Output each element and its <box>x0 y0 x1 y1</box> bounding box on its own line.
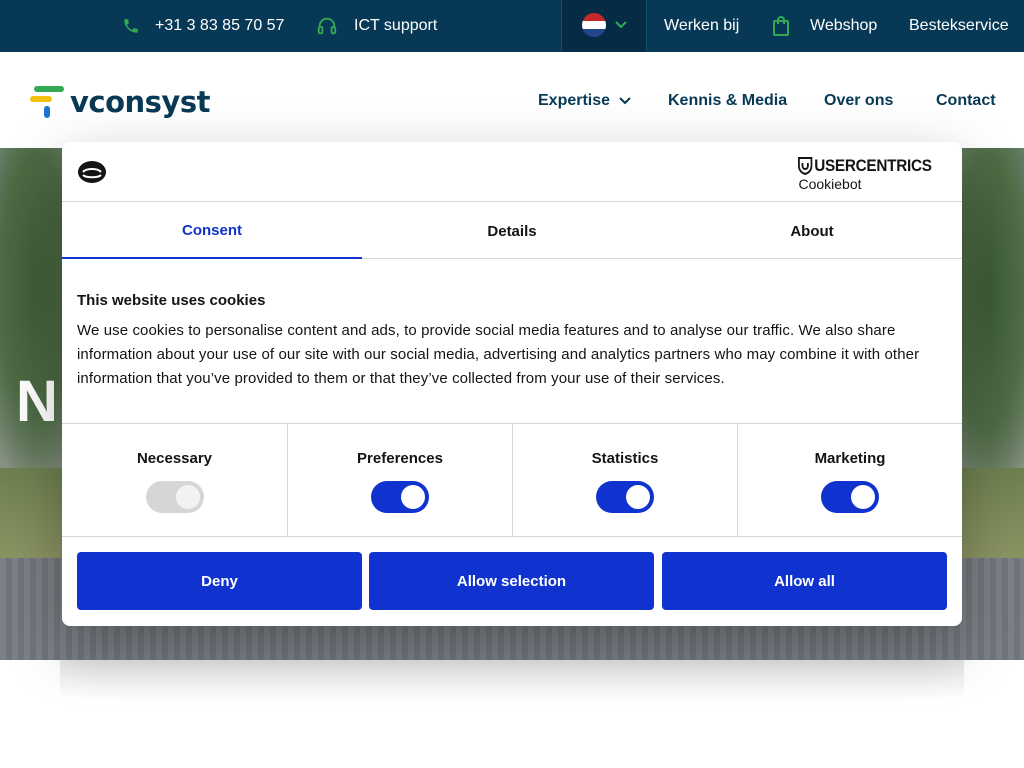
nav-label-expertise: Expertise <box>538 92 611 109</box>
category-label: Statistics <box>591 450 659 467</box>
bestekservice-link[interactable]: Bestekservice <box>909 0 1009 52</box>
tab-about[interactable]: About <box>662 203 962 259</box>
nav-item-over-ons[interactable]: Over ons <box>824 92 893 110</box>
preferences-toggle[interactable] <box>371 481 429 513</box>
usercentrics-brand: USERCENTRICS <box>814 156 933 175</box>
webshop-link[interactable]: Webshop <box>772 0 877 52</box>
allow-selection-button[interactable]: Allow selection <box>369 552 654 610</box>
dialog-body: This website uses cookies We use cookies… <box>77 292 947 391</box>
dialog-tabs: Consent Details About <box>62 203 962 259</box>
category-label: Marketing <box>814 450 886 467</box>
phone-icon <box>122 17 140 35</box>
careers-link[interactable]: Werken bij <box>664 0 739 52</box>
allow-all-button[interactable]: Allow all <box>662 552 947 610</box>
site-logo[interactable]: vconsyst <box>30 82 210 122</box>
dialog-title: This website uses cookies <box>77 292 266 309</box>
webshop-label: Webshop <box>810 17 878 34</box>
nav-item-expertise[interactable]: Expertise <box>538 92 631 110</box>
cookiebot-label: Cookiebot <box>798 176 862 192</box>
nav-item-contact[interactable]: Contact <box>936 92 996 110</box>
category-necessary: Necessary <box>62 424 287 537</box>
dialog-description: We use cookies to personalise content an… <box>77 322 920 387</box>
logo-text: vconsyst <box>70 85 210 119</box>
site-badge-icon <box>77 160 107 189</box>
phone-number: +31 3 83 85 70 57 <box>155 17 285 34</box>
top-bar: +31 3 83 85 70 57 ICT support Werken bij… <box>0 0 1024 52</box>
usercentrics-logo[interactable]: USERCENTRICS Cookiebot <box>798 156 947 192</box>
necessary-toggle <box>145 481 204 513</box>
shield-icon <box>798 157 813 175</box>
nav-item-kennis-media[interactable]: Kennis & Media <box>668 92 787 110</box>
phone-link[interactable]: +31 3 83 85 70 57 <box>122 0 284 52</box>
category-marketing: Marketing <box>737 424 962 537</box>
cookie-consent-dialog: USERCENTRICS Cookiebot Consent Details A… <box>62 142 962 626</box>
category-preferences: Preferences <box>287 424 512 537</box>
dialog-header: USERCENTRICS Cookiebot <box>62 142 962 202</box>
marketing-toggle[interactable] <box>821 481 879 513</box>
card-shadow <box>60 660 964 700</box>
language-selector[interactable] <box>561 0 647 52</box>
category-label: Preferences <box>357 450 443 467</box>
tab-details[interactable]: Details <box>362 203 662 259</box>
chevron-down-icon <box>619 97 631 105</box>
category-statistics: Statistics <box>512 424 737 537</box>
headset-icon <box>316 15 338 37</box>
logo-mark-icon <box>30 86 64 118</box>
hero-title: N <box>16 369 58 434</box>
statistics-toggle[interactable] <box>596 481 654 513</box>
main-header: vconsyst Expertise Kennis & Media Over o… <box>0 52 1024 148</box>
chevron-down-icon <box>615 21 627 29</box>
category-label: Necessary <box>136 450 213 467</box>
deny-button[interactable]: Deny <box>77 552 362 610</box>
consent-categories: Necessary Preferences Statistics Marketi… <box>62 423 962 537</box>
ict-support-label: ICT support <box>354 17 438 34</box>
shopping-bag-icon <box>772 16 790 36</box>
tab-consent[interactable]: Consent <box>62 203 362 259</box>
ict-support-link[interactable]: ICT support <box>316 0 437 52</box>
dutch-flag-icon <box>582 13 606 37</box>
